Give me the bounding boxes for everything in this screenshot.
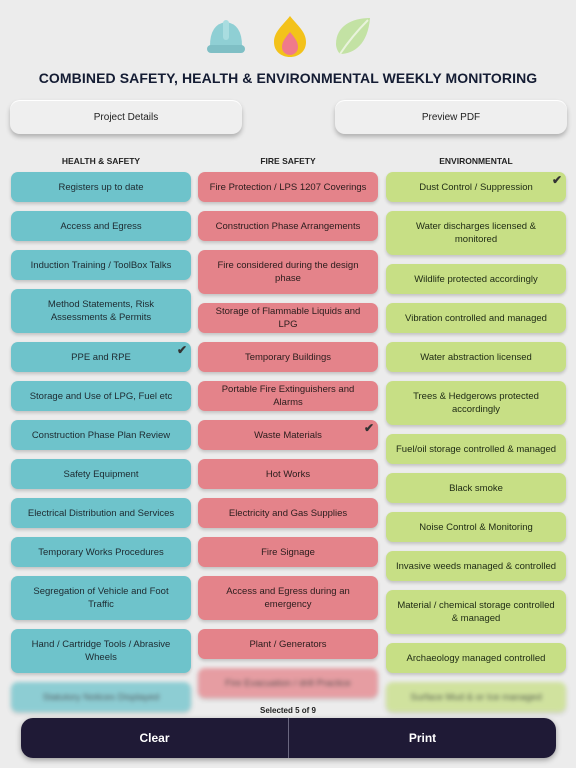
item-label: Access and Egress	[60, 220, 142, 232]
checklist-item[interactable]: Trees & Hedgerows protected accordingly	[386, 381, 566, 425]
checklist-item[interactable]: Noise Control & Monitoring	[386, 512, 566, 542]
item-label: Archaeology managed controlled	[406, 652, 546, 664]
item-label: Segregation of Vehicle and Foot Traffic	[33, 586, 169, 610]
column-heading-environmental: ENVIRONMENTAL	[439, 156, 513, 166]
item-label: Storage and Use of LPG, Fuel etc	[29, 390, 173, 402]
item-label: Induction Training / ToolBox Talks	[30, 259, 172, 271]
clear-button[interactable]: Clear	[21, 718, 288, 758]
checklist-item[interactable]: Invasive weeds managed & controlled	[386, 551, 566, 581]
checklist-item[interactable]: Water abstraction licensed	[386, 342, 566, 372]
checklist-item[interactable]: Segregation of Vehicle and Foot Traffic	[11, 576, 191, 620]
item-label: Construction Phase Arrangements	[215, 220, 361, 232]
item-label: Portable Fire Extinguishers and Alarms	[221, 384, 355, 408]
item-label: Registers up to date	[58, 181, 144, 193]
checklist-item[interactable]: Registers up to date	[11, 172, 191, 202]
item-label: Electricity and Gas Supplies	[228, 507, 348, 519]
item-label: Hot Works	[265, 468, 311, 480]
checklist-item[interactable]: Hot Works	[198, 459, 378, 489]
checkmark-icon: ✔	[363, 421, 375, 435]
checkmark-icon: ✔	[551, 173, 563, 187]
checklist-item[interactable]: Fire Signage	[198, 537, 378, 567]
checklist-item[interactable]: Storage and Use of LPG, Fuel etc	[11, 381, 191, 411]
item-label: Invasive weeds managed & controlled	[396, 560, 557, 572]
checklist-item[interactable]: Electrical Distribution and Services	[11, 498, 191, 528]
checklist-item[interactable]: Material / chemical storage controlled &…	[386, 590, 566, 634]
checklist-item[interactable]: Temporary Works Procedures	[11, 537, 191, 567]
column-heading-health-safety: HEALTH & SAFETY	[61, 156, 141, 166]
checklist-item[interactable]: Hand / Cartridge Tools / Abrasive Wheels	[11, 629, 191, 673]
action-bar: Clear Print	[21, 718, 556, 758]
checklist-item[interactable]: Induction Training / ToolBox Talks	[11, 250, 191, 280]
checklist-item[interactable]: Water discharges licensed & monitored	[386, 211, 566, 255]
item-label: Vibration controlled and managed	[405, 312, 547, 324]
checklist-item[interactable]: Electricity and Gas Supplies	[198, 498, 378, 528]
checklist-item[interactable]: Access and Egress	[11, 211, 191, 241]
item-label: Fuel/oil storage controlled & managed	[396, 443, 557, 455]
item-label: Fire Evacuation / drill Practice	[225, 677, 351, 689]
checklist-item[interactable]: Construction Phase Plan Review	[11, 420, 191, 450]
item-label: Access and Egress during an emergency	[226, 586, 350, 610]
checklist-item[interactable]: Waste Materials ✔	[198, 420, 378, 450]
checklist-item[interactable]: Fire considered during the design phase	[198, 250, 378, 294]
item-label: Water abstraction licensed	[420, 351, 532, 363]
item-label: Temporary Buildings	[244, 351, 332, 363]
item-label: PPE and RPE	[71, 351, 131, 363]
checklist-item[interactable]: Vibration controlled and managed	[386, 303, 566, 333]
checklist-item[interactable]: Method Statements, Risk Assessments & Pe…	[11, 289, 191, 333]
item-label: Safety Equipment	[63, 468, 139, 480]
item-label: Fire Protection / LPS 1207 Coverings	[209, 181, 367, 193]
item-label: Wildlife protected accordingly	[414, 273, 538, 285]
project-details-button[interactable]: Project Details	[10, 100, 242, 134]
checkmark-icon: ✔	[176, 343, 188, 357]
checklist-item[interactable]: Wildlife protected accordingly	[386, 264, 566, 294]
item-label: Dust Control / Suppression	[419, 181, 533, 193]
item-label: Electrical Distribution and Services	[27, 507, 175, 519]
item-label: Plant / Generators	[249, 638, 327, 650]
flame-icon	[274, 16, 306, 57]
checklist-item[interactable]: Safety Equipment	[11, 459, 191, 489]
item-label: Surface Mud & or Ice managed	[410, 691, 542, 703]
item-label: Fire Signage	[261, 546, 315, 558]
checklist-item[interactable]: Fire Protection / LPS 1207 Coverings	[198, 172, 378, 202]
checklist-item[interactable]: Fuel/oil storage controlled & managed	[386, 434, 566, 464]
item-label: Construction Phase Plan Review	[31, 429, 171, 441]
checklist-item[interactable]: Plant / Generators	[198, 629, 378, 659]
leaf-icon	[336, 18, 370, 55]
checklist-item[interactable]: Archaeology managed controlled	[386, 643, 566, 673]
item-label: Waste Materials	[254, 429, 322, 441]
page-title: COMBINED SAFETY, HEALTH & ENVIRONMENTAL …	[38, 70, 538, 86]
item-label: Fire considered during the design phase	[217, 260, 359, 284]
item-label: Material / chemical storage controlled &…	[397, 600, 555, 624]
preview-pdf-button[interactable]: Preview PDF	[335, 100, 567, 134]
checklist-item[interactable]: Temporary Buildings	[198, 342, 378, 372]
checklist-item[interactable]: Access and Egress during an emergency	[198, 576, 378, 620]
item-label: Statutory Notices Displayed	[42, 691, 160, 703]
item-label: Storage of Flammable Liquids and LPG	[215, 306, 361, 330]
checklist-item[interactable]: PPE and RPE ✔	[11, 342, 191, 372]
hard-hat-icon	[207, 20, 245, 53]
item-label: Noise Control & Monitoring	[419, 521, 533, 533]
header-icons	[0, 14, 576, 60]
checklist-item[interactable]: Fire Evacuation / drill Practice	[198, 668, 378, 698]
item-label: Temporary Works Procedures	[38, 546, 164, 558]
checklist-item[interactable]: Storage of Flammable Liquids and LPG	[198, 303, 378, 333]
item-label: Method Statements, Risk Assessments & Pe…	[47, 299, 155, 323]
checklist-item[interactable]: Portable Fire Extinguishers and Alarms	[198, 381, 378, 411]
selection-status: Selected 5 of 9	[259, 706, 317, 715]
print-button[interactable]: Print	[289, 718, 556, 758]
item-label: Water discharges licensed & monitored	[415, 221, 537, 245]
column-heading-fire-safety: FIRE SAFETY	[260, 156, 316, 166]
checklist-item[interactable]: Black smoke	[386, 473, 566, 503]
item-label: Black smoke	[449, 482, 503, 494]
item-label: Trees & Hedgerows protected accordingly	[413, 391, 539, 415]
checklist-item[interactable]: Construction Phase Arrangements	[198, 211, 378, 241]
checklist-item[interactable]: Dust Control / Suppression ✔	[386, 172, 566, 202]
item-label: Hand / Cartridge Tools / Abrasive Wheels	[31, 639, 171, 663]
